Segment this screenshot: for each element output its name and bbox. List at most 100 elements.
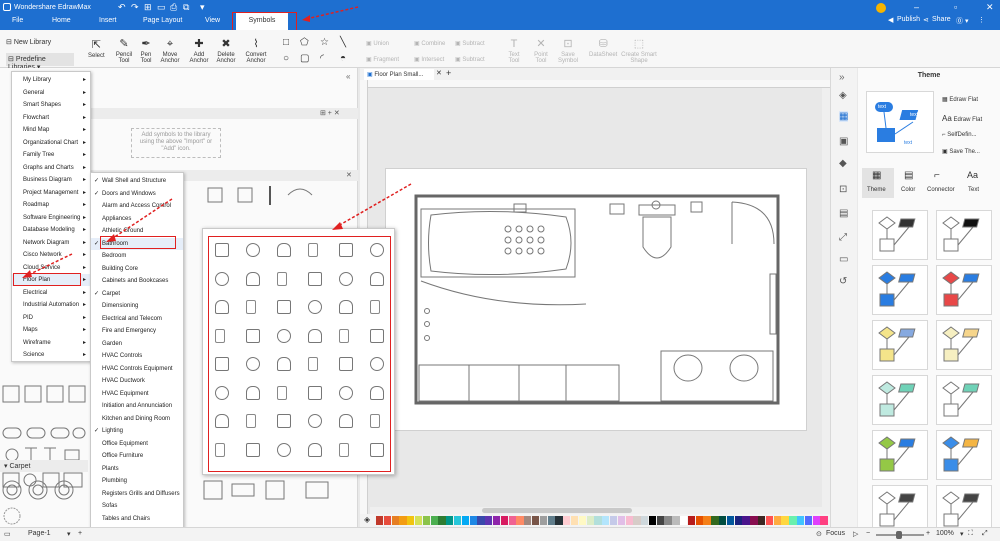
bathroom-symbol[interactable] — [277, 385, 287, 400]
floor-plan-menu-item[interactable]: Tables and Chairs — [91, 513, 183, 525]
zoom-level[interactable]: 100% — [936, 530, 954, 537]
bezier-shape-icon[interactable]: ◓ — [340, 54, 346, 64]
color-swatch[interactable] — [789, 516, 797, 525]
carpet-section-header[interactable]: ▾ Carpet — [0, 460, 88, 472]
floor-plan-menu-item[interactable]: Office Furniture — [91, 450, 183, 462]
color-swatch[interactable] — [524, 516, 532, 525]
bathroom-symbol[interactable] — [370, 442, 384, 457]
bathroom-symbol[interactable] — [277, 328, 291, 343]
export-icon[interactable]: ⧉ — [183, 2, 189, 13]
color-swatch[interactable] — [563, 516, 571, 525]
history-icon[interactable]: ↺ — [839, 276, 847, 287]
color-swatch[interactable] — [781, 516, 789, 525]
theme-option-card[interactable] — [936, 210, 992, 260]
bathroom-symbol[interactable] — [370, 300, 380, 314]
fit-icon[interactable]: ⤢ — [839, 232, 847, 243]
zoom-in-icon[interactable]: + — [926, 530, 930, 537]
pentagon-shape-icon[interactable]: ⬠ — [300, 38, 309, 48]
theme-option-card[interactable] — [936, 430, 992, 480]
add-anchor-button[interactable]: ✚ Add Anchor — [187, 39, 211, 65]
minimize-icon[interactable]: – — [914, 2, 919, 12]
text-tool-button[interactable]: T Text Tool — [505, 39, 523, 65]
theme-option-card[interactable] — [872, 430, 928, 480]
bathroom-symbol[interactable] — [246, 385, 260, 400]
restore-icon[interactable]: ▫ — [954, 2, 957, 12]
fill-bucket-icon[interactable]: ◈ — [364, 515, 370, 524]
fullscreen-icon[interactable]: ⤢ — [982, 530, 988, 538]
color-swatch[interactable] — [797, 516, 805, 525]
menu-symbols[interactable]: Symbols — [236, 13, 288, 30]
add-tab-icon[interactable]: + — [446, 68, 451, 78]
color-swatch[interactable] — [500, 516, 509, 525]
present-icon[interactable]: ▭ — [839, 254, 848, 265]
floor-plan-menu-item[interactable]: Office Equipment — [91, 438, 183, 450]
color-swatch[interactable] — [594, 516, 602, 525]
new-file-icon[interactable]: ⊞ — [144, 2, 152, 13]
color-swatch[interactable] — [477, 516, 485, 525]
color-swatch[interactable] — [376, 516, 384, 525]
bathroom-symbol[interactable] — [215, 243, 229, 257]
color-swatch[interactable] — [422, 516, 431, 525]
predefine-libraries-button[interactable]: ⊟ Predefine Libraries ▾ — [6, 53, 74, 71]
library-menu-item[interactable]: Smart Shapes ▸ — [12, 99, 90, 111]
attachment-icon[interactable]: ⊡ — [839, 184, 847, 195]
bathroom-symbol[interactable] — [246, 414, 256, 428]
floor-plan-menu-item[interactable]: HVAC Controls — [91, 350, 183, 362]
floor-plan-menu-item[interactable]: ✓ Carpet — [91, 288, 183, 300]
bathroom-symbol[interactable] — [246, 328, 260, 343]
bathroom-symbol[interactable] — [339, 328, 349, 343]
expand-panel-icon[interactable]: » — [839, 72, 845, 83]
bathroom-symbol[interactable] — [308, 271, 322, 286]
layers-icon[interactable]: ◆ — [839, 158, 847, 169]
color-swatch[interactable] — [656, 516, 664, 525]
close-tab-icon[interactable]: ✕ — [436, 69, 442, 77]
bathroom-symbol[interactable] — [308, 385, 322, 400]
rounded-rect-shape-icon[interactable]: ▢ — [300, 54, 309, 64]
publish-button[interactable]: Publish — [897, 16, 920, 23]
floor-plan-menu-item[interactable]: Kitchen and Dining Room — [91, 413, 183, 425]
add-page-icon[interactable]: + — [78, 530, 82, 537]
bathroom-symbol[interactable] — [277, 300, 291, 314]
library-menu-item[interactable]: My Library ▸ — [12, 74, 90, 86]
bathroom-symbol[interactable] — [215, 271, 229, 286]
print-icon[interactable]: ⎙ — [170, 2, 177, 13]
bathroom-symbol[interactable] — [277, 243, 291, 257]
color-swatch[interactable] — [430, 516, 438, 525]
bathroom-symbol[interactable] — [339, 243, 353, 257]
color-swatch[interactable] — [773, 516, 781, 525]
color-swatch[interactable] — [531, 516, 540, 525]
color-swatch[interactable] — [687, 516, 696, 525]
library-menu-item[interactable]: Mind Map ▸ — [12, 124, 90, 136]
color-swatch[interactable] — [711, 516, 719, 525]
page-select[interactable]: Page-1 — [28, 530, 51, 537]
image-icon[interactable]: ▣ — [839, 136, 848, 147]
bathroom-symbol[interactable] — [246, 271, 260, 286]
bathroom-symbol[interactable] — [370, 243, 384, 257]
connector-option[interactable]: ⌐ SelfDefin... — [942, 132, 977, 138]
color-swatch[interactable] — [680, 516, 688, 525]
bathroom-symbol[interactable] — [339, 271, 353, 286]
color-swatch[interactable] — [726, 516, 735, 525]
color-swatch[interactable] — [539, 516, 548, 525]
floor-plan-menu-item[interactable]: Fire and Emergency — [91, 325, 183, 337]
collapse-panel-icon[interactable]: « — [346, 72, 350, 81]
color-swatch[interactable] — [812, 516, 820, 525]
point-tool-button[interactable]: ✕ Point Tool — [532, 39, 550, 65]
chevron-down-icon[interactable]: ▾ — [67, 530, 71, 538]
color-swatch[interactable] — [453, 516, 462, 525]
undo-icon[interactable]: ↶ — [118, 2, 126, 13]
properties-icon[interactable]: ▤ — [839, 208, 848, 219]
theme-option-card[interactable] — [936, 375, 992, 425]
color-swatch[interactable] — [742, 516, 750, 525]
focus-icon[interactable]: ⊙ — [816, 530, 822, 538]
color-swatch[interactable] — [516, 516, 524, 525]
datasheet-button[interactable]: ⛁ DataSheet — [589, 39, 617, 59]
bathroom-symbol[interactable] — [215, 328, 225, 343]
color-swatch[interactable] — [804, 516, 813, 525]
floor-plan-menu-item[interactable]: Plants — [91, 463, 183, 475]
new-library-button[interactable]: ⊟ New Library — [6, 38, 51, 46]
color-swatch[interactable] — [648, 516, 657, 525]
bathroom-symbol[interactable] — [339, 300, 353, 314]
bathroom-symbol[interactable] — [339, 357, 353, 371]
select-button[interactable]: ⇱ Select — [88, 40, 105, 60]
